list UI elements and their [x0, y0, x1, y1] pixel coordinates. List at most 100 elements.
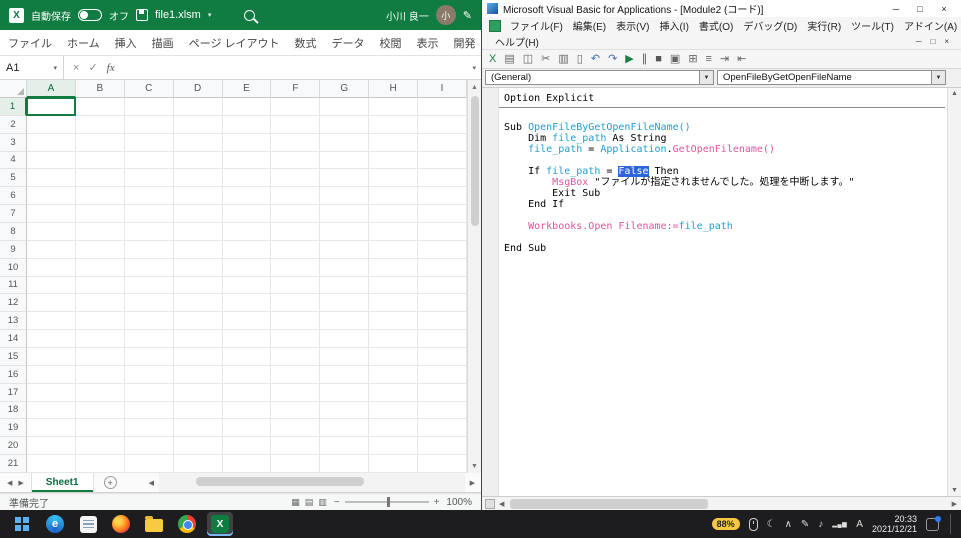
- ribbon-tab[interactable]: 開発: [454, 35, 476, 51]
- cell[interactable]: [174, 402, 223, 420]
- cell[interactable]: [27, 437, 76, 455]
- column-header[interactable]: H: [369, 80, 418, 98]
- cell[interactable]: [223, 205, 272, 223]
- sound-icon[interactable]: ♪: [818, 519, 823, 530]
- cell[interactable]: [418, 187, 467, 205]
- select-all-corner[interactable]: [0, 80, 27, 98]
- cell[interactable]: [76, 384, 125, 402]
- explorer-icon[interactable]: [141, 512, 167, 536]
- row-header[interactable]: 9: [0, 241, 27, 259]
- menu-item[interactable]: デバッグ(D): [738, 18, 802, 33]
- cell[interactable]: [223, 259, 272, 277]
- cell[interactable]: [271, 223, 320, 241]
- cell[interactable]: [76, 277, 125, 295]
- row-header[interactable]: 16: [0, 366, 27, 384]
- row-header[interactable]: 4: [0, 152, 27, 170]
- cell[interactable]: [271, 134, 320, 152]
- cell[interactable]: [369, 330, 418, 348]
- ribbon-tab[interactable]: 挿入: [115, 35, 137, 51]
- firefox-icon[interactable]: [108, 512, 134, 536]
- sheet-prev-icon[interactable]: ◀: [7, 479, 12, 487]
- row-header[interactable]: 20: [0, 437, 27, 455]
- cell[interactable]: [418, 330, 467, 348]
- margin-indicator-bar[interactable]: [482, 88, 499, 496]
- cell[interactable]: [369, 294, 418, 312]
- save-icon[interactable]: [136, 9, 148, 21]
- cell[interactable]: [76, 437, 125, 455]
- save-icon[interactable]: ◫: [523, 54, 533, 65]
- row-header[interactable]: 12: [0, 294, 27, 312]
- cell[interactable]: [174, 152, 223, 170]
- cell[interactable]: [223, 134, 272, 152]
- cell[interactable]: [76, 152, 125, 170]
- menu-item[interactable]: アドイン(A): [899, 18, 961, 33]
- cell[interactable]: [271, 277, 320, 295]
- cell[interactable]: [369, 98, 418, 116]
- cell[interactable]: [369, 134, 418, 152]
- cell[interactable]: [418, 169, 467, 187]
- cell[interactable]: [125, 187, 174, 205]
- cell[interactable]: [76, 259, 125, 277]
- row-header[interactable]: 13: [0, 312, 27, 330]
- cell[interactable]: [125, 294, 174, 312]
- cell[interactable]: [418, 455, 467, 473]
- notification-icon[interactable]: [926, 518, 939, 531]
- ink-pen-icon[interactable]: ✎: [463, 9, 472, 22]
- scrollbar-thumb[interactable]: [471, 96, 479, 226]
- cell[interactable]: [174, 205, 223, 223]
- cell[interactable]: [271, 259, 320, 277]
- cell[interactable]: [125, 384, 174, 402]
- cell[interactable]: [27, 241, 76, 259]
- cell[interactable]: [76, 223, 125, 241]
- cell[interactable]: [223, 366, 272, 384]
- scroll-up-icon[interactable]: ▲: [471, 80, 478, 94]
- cell[interactable]: [418, 134, 467, 152]
- cell[interactable]: [369, 312, 418, 330]
- project-explorer-icon[interactable]: ⊞: [688, 54, 697, 65]
- start-button[interactable]: [9, 512, 35, 536]
- cell[interactable]: [125, 277, 174, 295]
- cell[interactable]: [271, 169, 320, 187]
- cell[interactable]: [369, 259, 418, 277]
- hidden-icons-chevron[interactable]: ∧: [785, 519, 792, 530]
- cell[interactable]: [320, 384, 369, 402]
- cell[interactable]: [174, 259, 223, 277]
- edge-icon[interactable]: e: [42, 512, 68, 536]
- filename-chevron-icon[interactable]: ▾: [208, 11, 212, 19]
- insert-module-icon[interactable]: ▤: [504, 54, 514, 65]
- row-header[interactable]: 14: [0, 330, 27, 348]
- zoom-slider[interactable]: [345, 501, 429, 503]
- cell[interactable]: [320, 455, 369, 473]
- cell[interactable]: [174, 348, 223, 366]
- procedure-dropdown[interactable]: OpenFileByGetOpenFileName ▼: [717, 70, 946, 85]
- cell[interactable]: [271, 241, 320, 259]
- break-icon[interactable]: ∥: [642, 54, 648, 65]
- cell[interactable]: [27, 152, 76, 170]
- cell[interactable]: [174, 384, 223, 402]
- column-header[interactable]: D: [174, 80, 223, 98]
- cell[interactable]: [174, 437, 223, 455]
- name-box-chevron-icon[interactable]: ▾: [53, 64, 57, 72]
- ribbon-tab[interactable]: 校閲: [380, 35, 402, 51]
- cell[interactable]: [271, 402, 320, 420]
- page-break-view-icon[interactable]: ▥: [318, 497, 327, 508]
- cell[interactable]: [27, 205, 76, 223]
- close-button[interactable]: ×: [932, 4, 956, 14]
- cell[interactable]: [223, 312, 272, 330]
- cell[interactable]: [223, 116, 272, 134]
- cell[interactable]: [174, 98, 223, 116]
- scrollbar-thumb[interactable]: [510, 499, 708, 509]
- scroll-down-icon[interactable]: ▼: [471, 459, 478, 473]
- menu-item[interactable]: 編集(E): [568, 18, 611, 33]
- row-header[interactable]: 10: [0, 259, 27, 277]
- horizontal-scrollbar[interactable]: ◀ ▶: [147, 473, 481, 492]
- outdent-icon[interactable]: ⇤: [737, 54, 746, 65]
- cell[interactable]: [27, 402, 76, 420]
- cell[interactable]: [271, 455, 320, 473]
- cell[interactable]: [223, 437, 272, 455]
- cell[interactable]: [76, 402, 125, 420]
- ribbon-tab[interactable]: 数式: [295, 35, 317, 51]
- row-header[interactable]: 5: [0, 169, 27, 187]
- cell[interactable]: [223, 384, 272, 402]
- code-editor[interactable]: Option ExplicitSub OpenFileByGetOpenFile…: [499, 88, 947, 496]
